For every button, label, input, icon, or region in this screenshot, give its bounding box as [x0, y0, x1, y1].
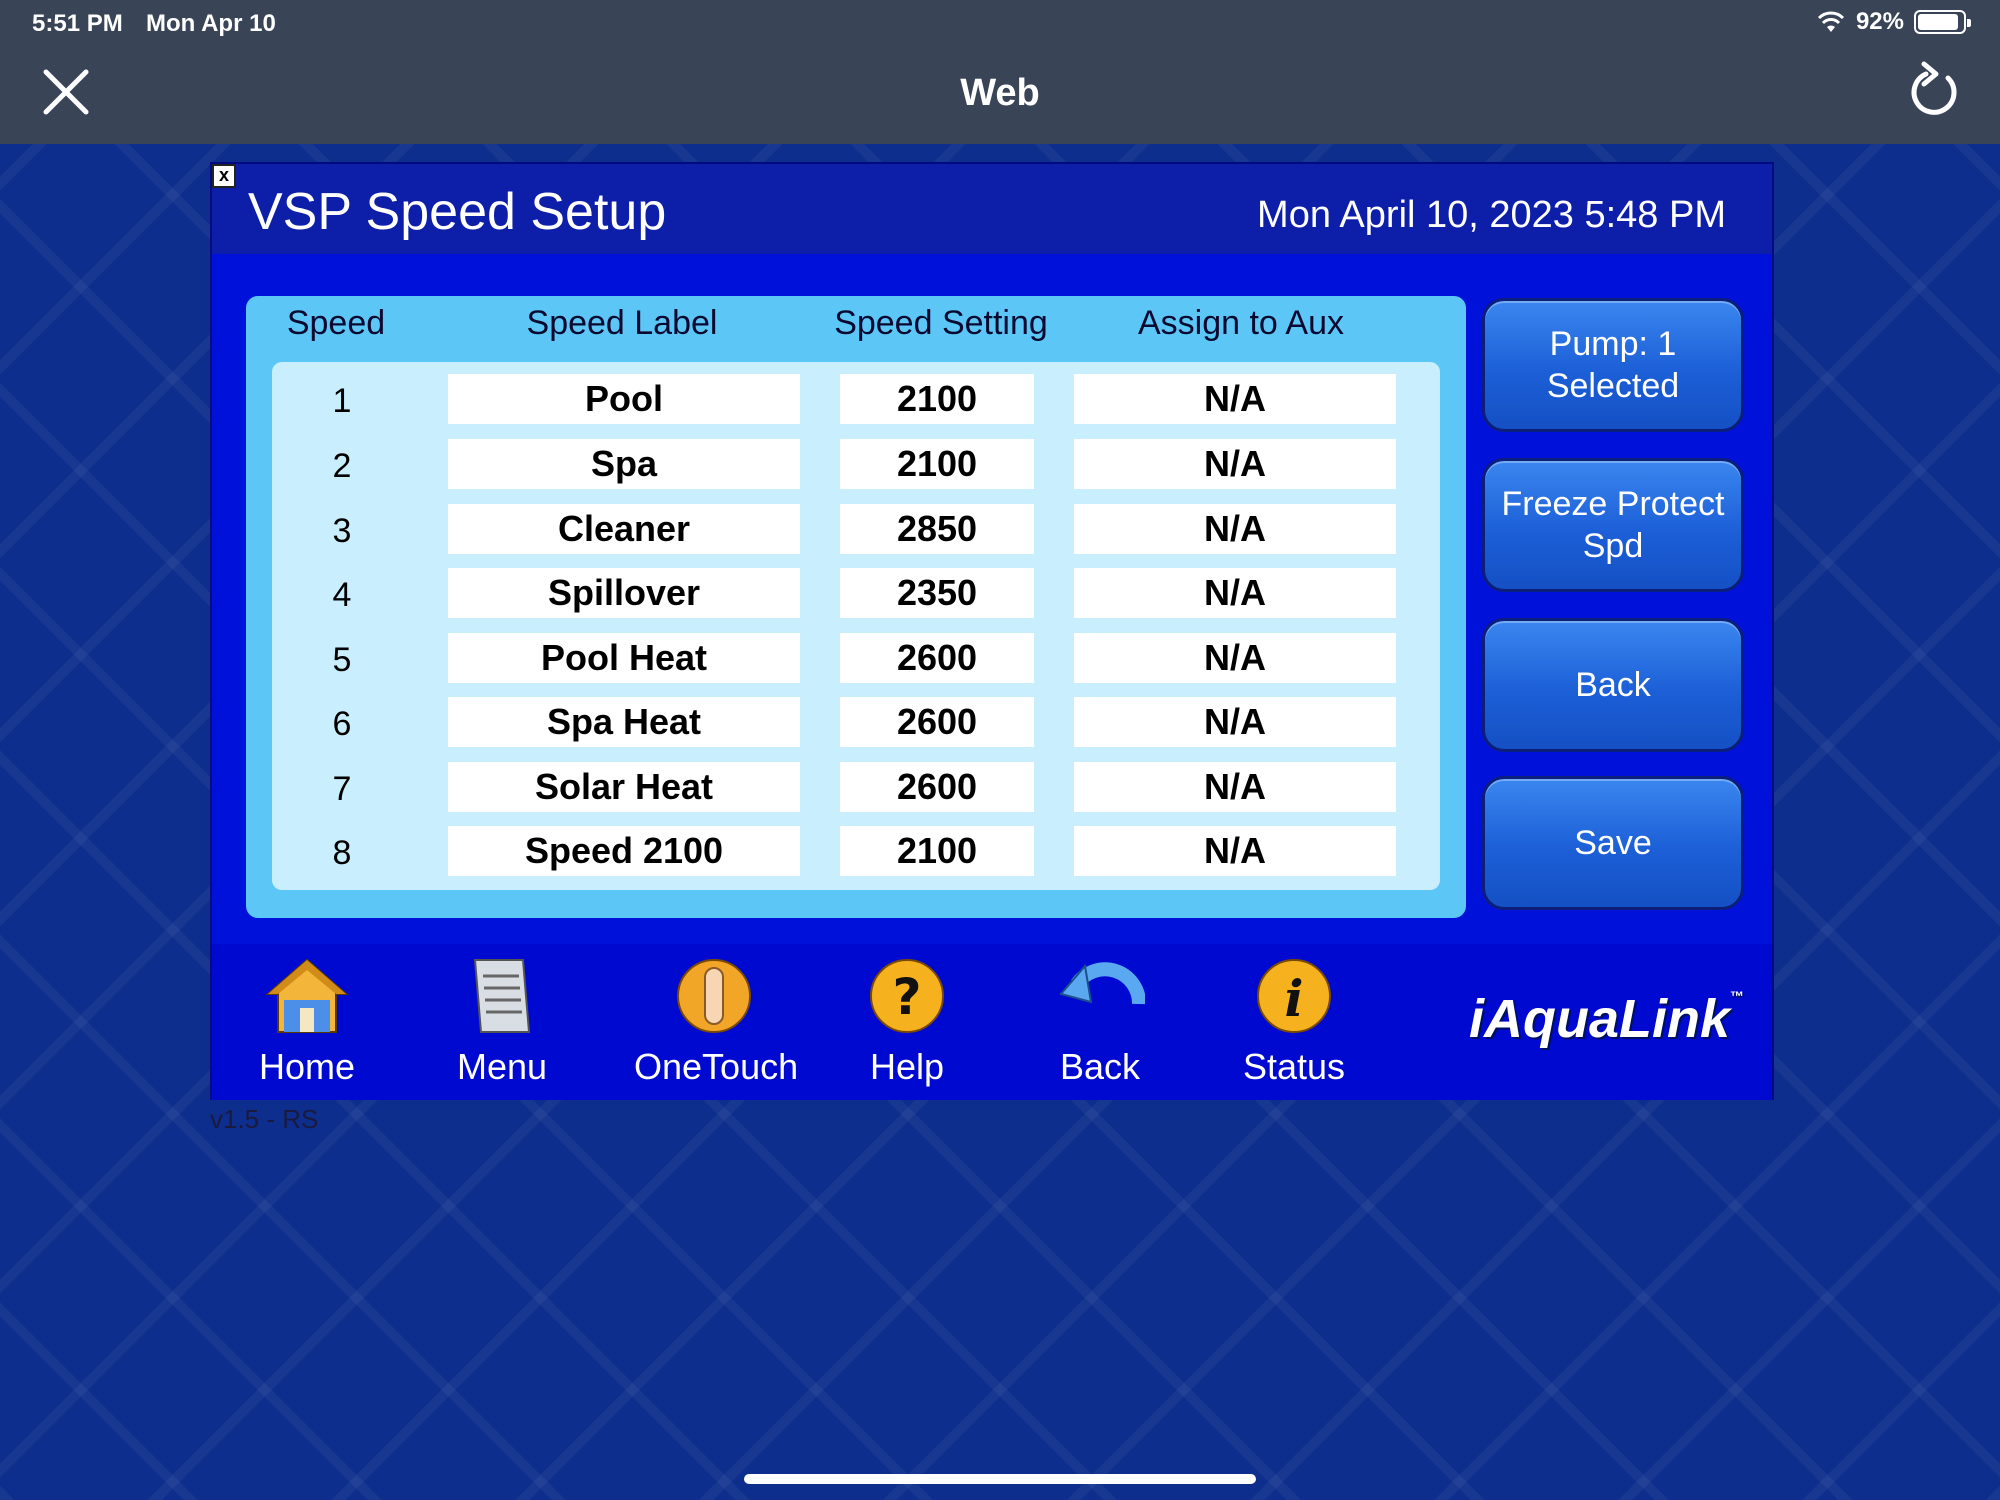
- table-row: 4 Spillover 2350 N/A: [272, 568, 1440, 618]
- home-indicator[interactable]: [744, 1474, 1256, 1484]
- speed-number: 1: [332, 382, 352, 420]
- freeze-button-line2: Spd: [1582, 527, 1644, 565]
- pump-button-line2: Selected: [1546, 367, 1680, 405]
- speed-number: 6: [332, 705, 352, 743]
- pump-selected-button[interactable]: Pump: 1 Selected: [1482, 298, 1744, 432]
- help-icon: ?: [870, 959, 944, 1033]
- browser-header: 5:51 PM Mon Apr 10 92% Web: [0, 0, 2000, 144]
- speed-number: 5: [332, 641, 352, 679]
- assign-aux-field[interactable]: N/A: [1074, 439, 1396, 489]
- table-row: 6 Spa Heat 2600 N/A: [272, 697, 1440, 747]
- assign-aux-field[interactable]: N/A: [1074, 374, 1396, 424]
- table-row: 1 Pool 2100 N/A: [272, 374, 1440, 424]
- freeze-button-text: Freeze Protect Spd: [1502, 483, 1725, 567]
- onetouch-icon: [677, 959, 751, 1033]
- column-header-assign-aux: Assign to Aux: [1137, 304, 1344, 342]
- speed-number: 7: [332, 770, 352, 808]
- nav-menu[interactable]: Menu: [422, 954, 582, 1088]
- column-header-speed-label: Speed Label: [526, 304, 718, 342]
- browser-title: Web: [960, 72, 1040, 114]
- app-panel: VSP Speed Setup Mon April 10, 2023 5:48 …: [210, 162, 1774, 1100]
- status-indicators: 92%: [1816, 8, 1971, 36]
- freeze-protect-button[interactable]: Freeze Protect Spd: [1482, 458, 1744, 592]
- assign-aux-field[interactable]: N/A: [1074, 762, 1396, 812]
- pump-button-text: Pump: 1 Selected: [1547, 323, 1679, 407]
- table-row: 2 Spa 2100 N/A: [272, 439, 1440, 489]
- battery-percent: 92%: [1855, 8, 1904, 35]
- assign-aux-field[interactable]: N/A: [1074, 826, 1396, 876]
- brand-trademark: ™: [1730, 988, 1744, 1004]
- back-arrow-icon: [1059, 962, 1145, 1005]
- assign-aux-field[interactable]: N/A: [1074, 633, 1396, 683]
- speed-setting-field[interactable]: 2100: [840, 374, 1034, 424]
- nav-menu-label: Menu: [456, 1046, 548, 1087]
- nav-onetouch[interactable]: OneTouch: [634, 954, 799, 1088]
- speed-label-field[interactable]: Pool: [448, 374, 800, 424]
- iaqualink-logo: iAquaLink™: [1469, 988, 1744, 1050]
- nav-back-label: Back: [1059, 1046, 1141, 1087]
- speed-number: 3: [332, 512, 352, 550]
- svg-text:i: i: [1285, 969, 1304, 1028]
- table-row: 5 Pool Heat 2600 N/A: [272, 633, 1440, 683]
- save-button[interactable]: Save: [1482, 776, 1744, 910]
- speed-label-field[interactable]: Spa Heat: [448, 697, 800, 747]
- pump-button-line1: Pump: 1: [1549, 325, 1677, 363]
- nav-status[interactable]: i Status: [1214, 954, 1374, 1088]
- speed-setting-field[interactable]: 2850: [840, 504, 1034, 554]
- reload-icon[interactable]: [1904, 60, 1962, 122]
- speed-table-body: 1 Pool 2100 N/A 2 Spa 2100 N/A 3 Cleaner…: [272, 362, 1440, 890]
- column-header-speed: Speed: [286, 304, 386, 342]
- status-date: Mon Apr 10: [146, 10, 276, 37]
- table-row: 3 Cleaner 2850 N/A: [272, 504, 1440, 554]
- nav-onetouch-label: OneTouch: [634, 1046, 799, 1087]
- nav-home-label: Home: [258, 1046, 356, 1087]
- speed-label-field[interactable]: Cleaner: [448, 504, 800, 554]
- speed-setting-field[interactable]: 2600: [840, 762, 1034, 812]
- nav-status-label: Status: [1242, 1046, 1346, 1087]
- app-datetime: Mon April 10, 2023 5:48 PM: [1257, 194, 1726, 236]
- speed-setting-field[interactable]: 2100: [840, 439, 1034, 489]
- menu-icon: [473, 959, 531, 1033]
- svg-text:?: ?: [892, 968, 921, 1026]
- speed-setting-field[interactable]: 2100: [840, 826, 1034, 876]
- speed-label-field[interactable]: Speed 2100: [448, 826, 800, 876]
- page-title: VSP Speed Setup: [248, 183, 667, 241]
- speed-number: 8: [332, 834, 352, 872]
- speed-label-field[interactable]: Spillover: [448, 568, 800, 618]
- app-close-button[interactable]: x: [212, 164, 236, 188]
- freeze-button-line1: Freeze Protect: [1501, 485, 1725, 523]
- nav-back[interactable]: Back: [1020, 954, 1180, 1088]
- speed-setting-field[interactable]: 2350: [840, 568, 1034, 618]
- info-icon: i: [1257, 959, 1331, 1033]
- speed-label-field[interactable]: Solar Heat: [448, 762, 800, 812]
- brand-text: iAquaLink: [1468, 989, 1730, 1049]
- speed-label-field[interactable]: Pool Heat: [448, 633, 800, 683]
- bottom-nav: Home Menu OneTouch ? Help Back i Status …: [212, 944, 1772, 1100]
- wifi-icon: [1817, 11, 1845, 32]
- speed-setting-field[interactable]: 2600: [840, 697, 1034, 747]
- home-icon: [265, 958, 349, 1033]
- back-button[interactable]: Back: [1482, 618, 1744, 752]
- nav-help[interactable]: ? Help: [827, 954, 987, 1088]
- status-time: 5:51 PM: [32, 10, 123, 37]
- table-row: 7 Solar Heat 2600 N/A: [272, 762, 1440, 812]
- speed-number: 2: [332, 447, 352, 485]
- battery-fill: [1918, 14, 1959, 30]
- table-row: 8 Speed 2100 2100 N/A: [272, 826, 1440, 876]
- assign-aux-field[interactable]: N/A: [1074, 568, 1396, 618]
- speed-table: Speed Speed Label Speed Setting Assign t…: [246, 296, 1466, 918]
- speed-setting-field[interactable]: 2600: [840, 633, 1034, 683]
- version-label: v1.5 - RS: [210, 1104, 319, 1134]
- column-header-speed-setting: Speed Setting: [834, 304, 1048, 342]
- nav-home[interactable]: Home: [227, 954, 387, 1088]
- speed-label-field[interactable]: Spa: [448, 439, 800, 489]
- nav-help-label: Help: [869, 1046, 945, 1087]
- battery-icon: [1914, 10, 1971, 34]
- assign-aux-field[interactable]: N/A: [1074, 697, 1396, 747]
- assign-aux-field[interactable]: N/A: [1074, 504, 1396, 554]
- speed-number: 4: [332, 576, 352, 614]
- app-header: VSP Speed Setup Mon April 10, 2023 5:48 …: [212, 164, 1772, 254]
